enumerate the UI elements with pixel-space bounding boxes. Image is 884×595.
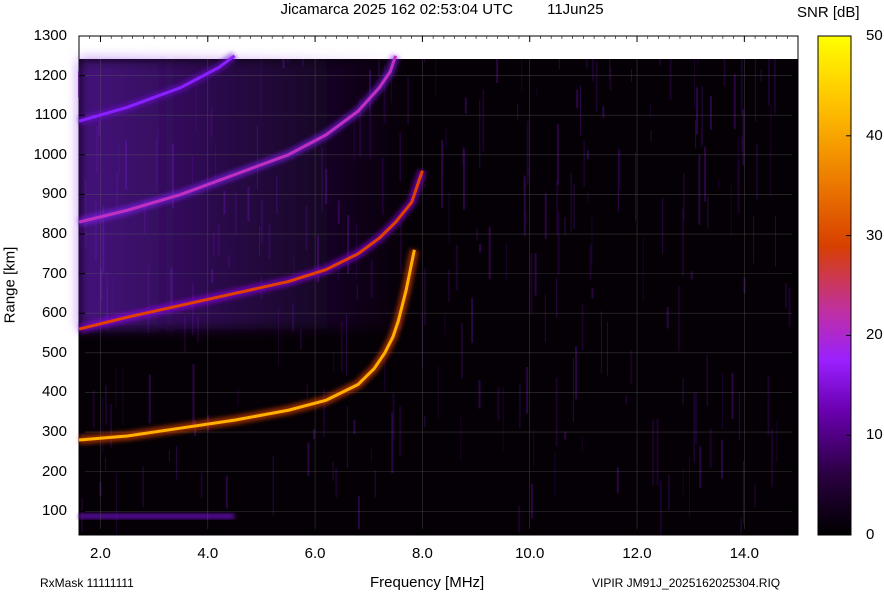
rxmask-text: RxMask 11111111 — [40, 576, 134, 590]
y-tick-label: 1300 — [33, 27, 67, 44]
x-tick-label: 14.0 — [729, 545, 759, 562]
x-tick-label: 2.0 — [90, 545, 111, 562]
colorbar-label: SNR [dB] — [797, 4, 860, 21]
e-layer-echo — [79, 513, 235, 520]
plot-title: Jicamarca 2025 162 02:53:04 UTC 11Jun25 — [0, 1, 884, 18]
title-text: Jicamarca 2025 162 02:53:04 UTC — [280, 1, 514, 18]
x-tick-label: 8.0 — [411, 545, 433, 562]
x-tick-label: 6.0 — [304, 545, 326, 562]
y-tick-label: 300 — [41, 423, 67, 441]
y-tick-label: 700 — [41, 264, 67, 282]
colorbar — [817, 35, 852, 536]
colorbar-tick-label: 30 — [866, 226, 883, 244]
x-tick-label: 4.0 — [197, 545, 219, 562]
colorbar-tick-label: 40 — [866, 126, 883, 144]
x-tick-label: 12.0 — [622, 545, 652, 562]
y-tick-label: 1200 — [33, 66, 67, 84]
colorbar-tick-label: 0 — [866, 526, 875, 543]
y-tick-label: 900 — [41, 185, 67, 203]
y-tick-label: 400 — [41, 383, 67, 401]
x-axis-label: Frequency [MHz] — [370, 574, 485, 591]
y-tick-label: 500 — [41, 343, 67, 361]
x-tick-label: 10.0 — [515, 545, 545, 562]
colorbar-tick-label: 50 — [866, 27, 883, 44]
y-tick-label: 600 — [41, 304, 67, 322]
ionogram-plot — [77, 35, 852, 536]
title-date: 11Jun25 — [547, 1, 604, 18]
y-tick-label: 200 — [41, 462, 67, 480]
y-tick-label: 1100 — [34, 106, 67, 124]
y-tick-label: 800 — [41, 225, 67, 243]
colorbar-tick-label: 20 — [866, 326, 883, 344]
y-tick-label: 100 — [41, 502, 67, 520]
colorbar-tick-label: 10 — [866, 426, 883, 444]
file-name-text: VIPIR JM91J_2025162025304.RIQ — [592, 576, 781, 590]
y-tick-label: 1000 — [33, 145, 67, 163]
